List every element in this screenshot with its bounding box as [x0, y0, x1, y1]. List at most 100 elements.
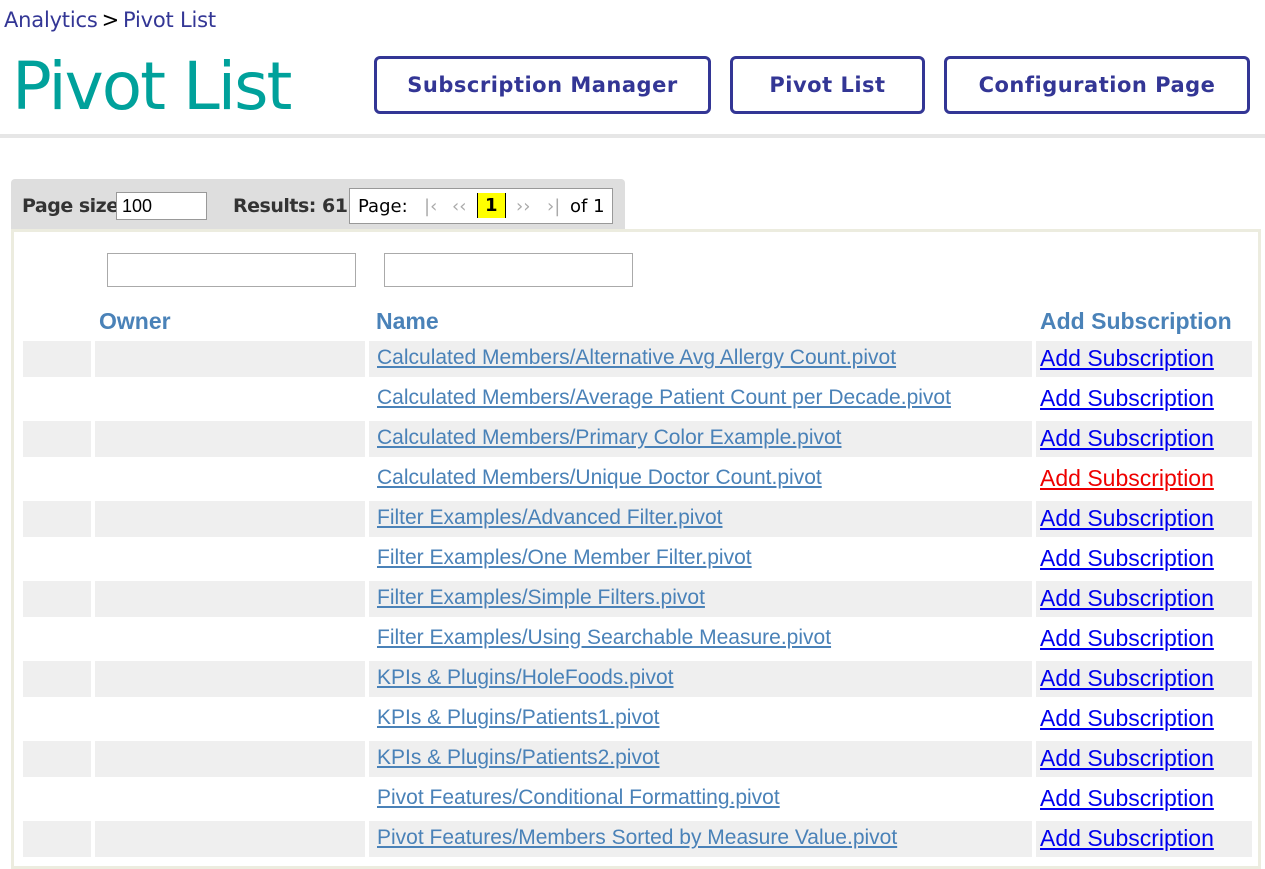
owner-cell — [95, 581, 365, 617]
table-row: Pivot Features/Members Sorted by Measure… — [23, 821, 1252, 857]
pivot-name-link[interactable]: KPIs & Plugins/Patients1.pivot — [377, 706, 660, 730]
pivot-name-link[interactable]: KPIs & Plugins/Patients2.pivot — [377, 746, 660, 770]
table-row: Filter Examples/Simple Filters.pivot Add … — [23, 581, 1252, 617]
pivot-name-link[interactable]: Filter Examples/Simple Filters.pivot — [377, 586, 705, 610]
breadcrumb: Analytics > Pivot List — [4, 8, 216, 32]
owner-filter-input[interactable] — [107, 253, 356, 287]
breadcrumb-separator: > — [101, 8, 120, 32]
add-subscription-cell: Add Subscription — [1036, 781, 1252, 817]
add-subscription-link[interactable]: Add Subscription — [1040, 505, 1214, 532]
name-cell: Calculated Members/Alternative Avg Aller… — [369, 341, 1032, 377]
name-cell: Filter Examples/Simple Filters.pivot — [369, 581, 1032, 617]
pivot-name-link[interactable]: Calculated Members/Primary Color Example… — [377, 426, 842, 450]
last-page-icon[interactable]: ›| — [547, 196, 560, 217]
add-subscription-link[interactable]: Add Subscription — [1040, 545, 1214, 572]
name-cell: Pivot Features/Conditional Formatting.pi… — [369, 781, 1032, 817]
row-select-cell — [23, 781, 91, 817]
add-subscription-cell: Add Subscription — [1036, 741, 1252, 777]
name-cell: Filter Examples/One Member Filter.pivot — [369, 541, 1032, 577]
name-cell: Pivot Features/Members Sorted by Measure… — [369, 821, 1032, 857]
row-select-cell — [23, 421, 91, 457]
row-select-cell — [23, 381, 91, 417]
add-subscription-cell: Add Subscription — [1036, 661, 1252, 697]
column-header-name[interactable]: Name — [376, 308, 439, 335]
name-cell: Filter Examples/Advanced Filter.pivot — [369, 501, 1032, 537]
owner-cell — [95, 421, 365, 457]
next-page-icon[interactable]: ›› — [516, 196, 530, 217]
pivot-name-link[interactable]: Pivot Features/Members Sorted by Measure… — [377, 826, 897, 850]
prev-page-icon[interactable]: ‹‹ — [452, 196, 466, 217]
pivot-name-link[interactable]: Calculated Members/Alternative Avg Aller… — [377, 346, 896, 370]
owner-cell — [95, 661, 365, 697]
owner-cell — [95, 621, 365, 657]
configuration-page-button[interactable]: Configuration Page — [944, 56, 1250, 114]
table-row: Filter Examples/Advanced Filter.pivot Add… — [23, 501, 1252, 537]
owner-cell — [95, 501, 365, 537]
add-subscription-cell: Add Subscription — [1036, 581, 1252, 617]
add-subscription-cell: Add Subscription — [1036, 701, 1252, 737]
owner-cell — [95, 701, 365, 737]
add-subscription-cell: Add Subscription — [1036, 821, 1252, 857]
pivot-list-button[interactable]: Pivot List — [730, 56, 925, 114]
add-subscription-link[interactable]: Add Subscription — [1040, 585, 1214, 612]
name-filter-input[interactable] — [384, 253, 633, 287]
subscription-manager-button[interactable]: Subscription Manager — [374, 56, 711, 114]
header-divider — [0, 134, 1265, 138]
row-select-cell — [23, 621, 91, 657]
current-page-number[interactable]: 1 — [477, 193, 506, 218]
pivot-name-link[interactable]: Filter Examples/Advanced Filter.pivot — [377, 506, 722, 530]
table-row: Filter Examples/Using Searchable Measure… — [23, 621, 1252, 657]
first-page-icon[interactable]: |‹ — [424, 196, 437, 217]
owner-cell — [95, 381, 365, 417]
owner-cell — [95, 821, 365, 857]
breadcrumb-current[interactable]: Pivot List — [123, 8, 216, 32]
add-subscription-cell: Add Subscription — [1036, 621, 1252, 657]
pager-label: Page: — [358, 196, 408, 217]
page-size-input[interactable] — [116, 192, 207, 220]
name-cell: Calculated Members/Primary Color Example… — [369, 421, 1032, 457]
add-subscription-link[interactable]: Add Subscription — [1040, 665, 1214, 692]
add-subscription-link[interactable]: Add Subscription — [1040, 785, 1214, 812]
table-toolbar: Page size: Results: 61 Page: |‹ ‹‹ 1 ›› … — [11, 179, 625, 229]
add-subscription-cell: Add Subscription — [1036, 381, 1252, 417]
add-subscription-link[interactable]: Add Subscription — [1040, 385, 1214, 412]
table-row: KPIs & Plugins/Patients1.pivot Add Subscr… — [23, 701, 1252, 737]
pivot-name-link[interactable]: Calculated Members/Average Patient Count… — [377, 386, 951, 410]
add-subscription-link[interactable]: Add Subscription — [1040, 825, 1214, 852]
pager: Page: |‹ ‹‹ 1 ›› ›| of 1 — [349, 188, 613, 224]
add-subscription-link[interactable]: Add Subscription — [1040, 625, 1214, 652]
add-subscription-link[interactable]: Add Subscription — [1040, 345, 1214, 372]
pivot-name-link[interactable]: Filter Examples/One Member Filter.pivot — [377, 546, 752, 570]
add-subscription-cell: Add Subscription — [1036, 421, 1252, 457]
owner-cell — [95, 741, 365, 777]
results-count: Results: 61 — [233, 195, 348, 217]
add-subscription-cell: Add Subscription — [1036, 541, 1252, 577]
add-subscription-link[interactable]: Add Subscription — [1040, 705, 1214, 732]
row-select-cell — [23, 701, 91, 737]
page-title: Pivot List — [12, 48, 292, 125]
owner-cell — [95, 541, 365, 577]
owner-cell — [95, 341, 365, 377]
add-subscription-cell: Add Subscription — [1036, 341, 1252, 377]
add-subscription-link[interactable]: Add Subscription — [1040, 745, 1214, 772]
table-row: Pivot Features/Conditional Formatting.pi… — [23, 781, 1252, 817]
pivot-name-link[interactable]: Filter Examples/Using Searchable Measure… — [377, 626, 831, 650]
row-select-cell — [23, 341, 91, 377]
table-row: Filter Examples/One Member Filter.pivot A… — [23, 541, 1252, 577]
table-row: Calculated Members/Average Patient Count… — [23, 381, 1252, 417]
breadcrumb-root-link[interactable]: Analytics — [4, 8, 98, 32]
add-subscription-cell: Add Subscription — [1036, 501, 1252, 537]
add-subscription-link[interactable]: Add Subscription — [1040, 465, 1214, 492]
name-cell: Filter Examples/Using Searchable Measure… — [369, 621, 1032, 657]
table-row: Calculated Members/Alternative Avg Aller… — [23, 341, 1252, 377]
pivot-name-link[interactable]: Calculated Members/Unique Doctor Count.p… — [377, 466, 822, 490]
pivot-name-link[interactable]: Pivot Features/Conditional Formatting.pi… — [377, 786, 780, 810]
row-select-cell — [23, 581, 91, 617]
column-header-add-subscription: Add Subscription — [1040, 308, 1232, 334]
row-select-cell — [23, 541, 91, 577]
table-row: Calculated Members/Unique Doctor Count.p… — [23, 461, 1252, 497]
pivot-name-link[interactable]: KPIs & Plugins/HoleFoods.pivot — [377, 666, 673, 690]
row-select-cell — [23, 501, 91, 537]
column-header-owner[interactable]: Owner — [99, 308, 171, 335]
add-subscription-link[interactable]: Add Subscription — [1040, 425, 1214, 452]
